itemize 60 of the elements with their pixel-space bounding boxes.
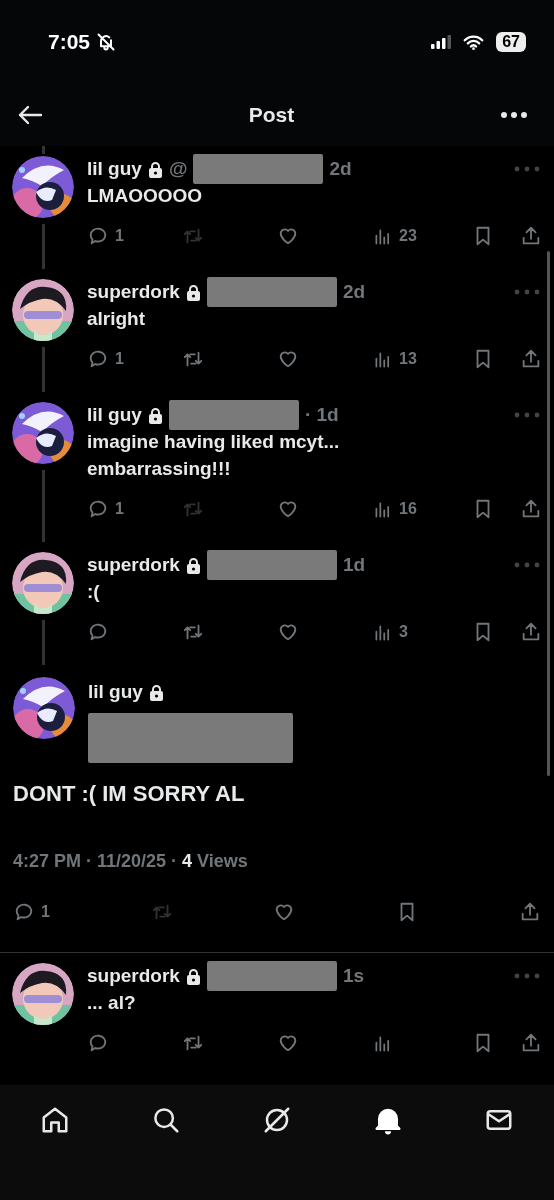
share-icon[interactable] (520, 498, 542, 520)
view-count: 4 (182, 851, 193, 872)
heart-icon[interactable] (277, 225, 299, 247)
reply-icon[interactable] (87, 348, 109, 370)
share-icon[interactable] (520, 348, 542, 370)
post-time: 1d (342, 554, 366, 576)
post-text: LMAOOOOO (87, 184, 204, 208)
display-name[interactable]: superdork (87, 965, 180, 987)
reply-count: 1 (41, 903, 50, 921)
heart-icon[interactable] (277, 621, 299, 643)
avatar[interactable] (13, 677, 75, 739)
share-icon[interactable] (520, 1032, 542, 1054)
view-count: 3 (399, 623, 408, 641)
display-name[interactable]: superdork (87, 281, 180, 303)
post-text: alright (87, 307, 147, 331)
post-time: 2d (342, 281, 366, 303)
reply-icon[interactable] (13, 901, 35, 923)
post-text: imagine having liked mcyt... embarrassing!!! (87, 430, 341, 481)
reply-count: 1 (115, 500, 124, 518)
post-timestamp: 4:27 PM · 11/20/25 · (13, 851, 178, 872)
heart-icon[interactable] (277, 1032, 299, 1054)
view-count: 16 (399, 500, 417, 518)
post-time: 2d (329, 158, 352, 180)
display-name[interactable]: lil guy (88, 681, 143, 703)
display-name[interactable]: lil guy (87, 158, 142, 180)
reply-icon[interactable] (87, 498, 109, 520)
avatar[interactable] (12, 156, 74, 218)
reply-icon[interactable] (87, 225, 109, 247)
slashed-circle-icon[interactable] (262, 1105, 292, 1135)
more-icon[interactable] (500, 111, 528, 119)
signal-icon (431, 35, 452, 49)
battery-icon: 67 (496, 32, 526, 52)
display-name[interactable]: lil guy (87, 404, 142, 426)
avatar[interactable] (12, 279, 74, 341)
avatar[interactable] (12, 402, 74, 464)
share-icon[interactable] (520, 621, 542, 643)
reply-count: 1 (115, 227, 124, 245)
view-count: 23 (399, 227, 417, 245)
clock: 7:05 (48, 30, 91, 54)
heart-icon[interactable] (277, 498, 299, 520)
post-text: DONT :( IM SORRY AL (13, 781, 246, 807)
user-handle[interactable]: @ (168, 158, 188, 180)
post-time: 1s (342, 965, 365, 987)
reply-icon[interactable] (87, 1032, 109, 1054)
share-icon[interactable] (520, 225, 542, 247)
views-label: Views (197, 851, 248, 872)
display-name[interactable]: superdork (87, 554, 180, 576)
post-text: :( (87, 580, 101, 604)
reply-icon[interactable] (87, 621, 109, 643)
home-icon[interactable] (40, 1105, 71, 1135)
back-arrow-icon[interactable] (17, 104, 43, 126)
avatar[interactable] (12, 963, 74, 1025)
avatar[interactable] (12, 552, 74, 614)
wifi-icon (463, 34, 485, 50)
post-time: · 1d (304, 404, 339, 426)
view-count: 13 (399, 350, 417, 368)
reply-count: 1 (115, 350, 124, 368)
heart-icon[interactable] (277, 348, 299, 370)
post-text: ... al? (87, 991, 137, 1015)
page-title: Post (248, 103, 295, 127)
